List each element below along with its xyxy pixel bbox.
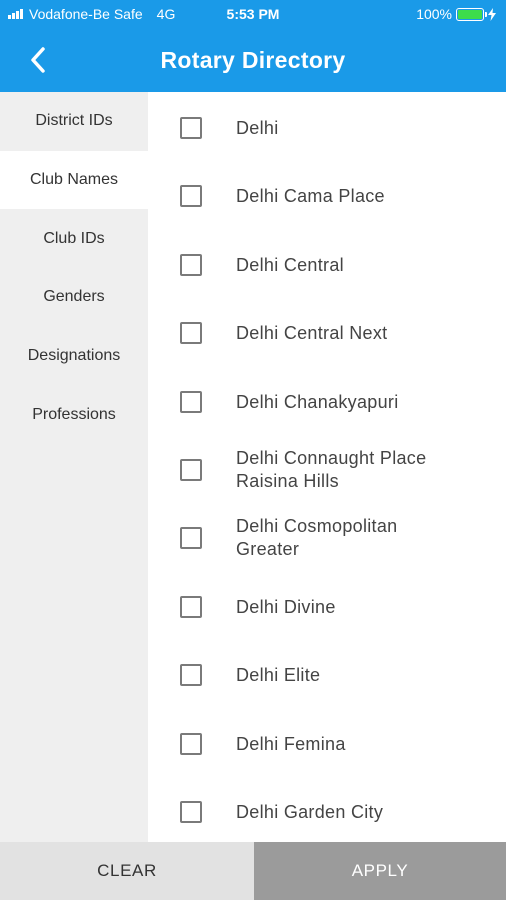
sidebar-item-label: District IDs — [35, 112, 113, 130]
list-item-label: Delhi — [236, 117, 279, 138]
sidebar-item-club-ids[interactable]: Club IDs — [0, 209, 148, 268]
navigation-bar: Rotary Directory — [0, 28, 506, 92]
list-item[interactable]: Delhi Cama Place — [148, 168, 506, 224]
checkbox[interactable] — [180, 596, 202, 618]
sidebar-item-professions[interactable]: Professions — [0, 385, 148, 444]
club-name-list: Delhi Delhi Cama Place Delhi Central Del… — [148, 92, 506, 842]
back-button[interactable] — [20, 42, 56, 78]
list-item[interactable]: Delhi Cosmopolitan Greater — [148, 510, 506, 566]
status-bar: Vodafone-Be Safe 4G 5:53 PM 100% — [0, 0, 506, 28]
list-item-label: Delhi Divine — [236, 596, 336, 617]
checkbox[interactable] — [180, 117, 202, 139]
checkbox[interactable] — [180, 254, 202, 276]
sidebar-item-label: Genders — [43, 288, 105, 306]
list-item[interactable]: Delhi Divine — [148, 579, 506, 635]
status-right: 100% — [416, 6, 496, 22]
list-item-label: Delhi Central Next — [236, 322, 388, 343]
chevron-left-icon — [31, 47, 45, 73]
battery-fill — [458, 9, 482, 19]
signal-icon — [8, 9, 23, 19]
list-item[interactable]: Delhi Chanakyapuri — [148, 374, 506, 430]
sidebar-item-label: Club IDs — [43, 229, 105, 247]
list-item-label: Delhi Cosmopolitan Greater — [236, 516, 398, 559]
checkbox[interactable] — [180, 459, 202, 481]
list-item[interactable]: Delhi Central — [148, 237, 506, 293]
list-item-label: Delhi Garden City — [236, 801, 384, 822]
carrier-name: Vodafone-Be Safe — [29, 6, 143, 22]
checkbox[interactable] — [180, 185, 202, 207]
list-item-label: Delhi Chanakyapuri — [236, 391, 399, 412]
sidebar-item-label: Designations — [27, 347, 121, 365]
sidebar-item-district-ids[interactable]: District IDs — [0, 92, 148, 151]
list-item[interactable]: Delhi Connaught Place Raisina Hills — [148, 442, 506, 498]
checkbox[interactable] — [180, 733, 202, 755]
sidebar-item-club-names[interactable]: Club Names — [0, 150, 148, 210]
list-item[interactable]: Delhi Elite — [148, 647, 506, 703]
checkbox[interactable] — [180, 391, 202, 413]
status-left: Vodafone-Be Safe 4G — [8, 6, 175, 22]
checkbox[interactable] — [180, 527, 202, 549]
network-type: 4G — [156, 6, 176, 22]
sidebar-item-designations[interactable]: Designations — [0, 327, 148, 386]
checkbox[interactable] — [180, 322, 202, 344]
sidebar-item-label: Professions — [32, 405, 116, 423]
list-item-label: Delhi Central — [236, 254, 344, 275]
footer-actions: CLEAR APPLY — [0, 842, 506, 900]
page-title: Rotary Directory — [160, 46, 346, 73]
list-item-label: Delhi Elite — [236, 664, 321, 685]
clear-button[interactable]: CLEAR — [0, 842, 254, 900]
battery-percent: 100% — [416, 6, 452, 22]
list-item[interactable]: Delhi Central Next — [148, 305, 506, 361]
checkbox[interactable] — [180, 664, 202, 686]
sidebar-item-label: Club Names — [29, 171, 119, 189]
sidebar-item-genders[interactable]: Genders — [0, 268, 148, 327]
checkbox[interactable] — [180, 801, 202, 823]
list-item-label: Delhi Connaught Place Raisina Hills — [236, 448, 427, 491]
list-item[interactable]: Delhi Garden City — [148, 784, 506, 840]
filter-category-sidebar: District IDs Club Names Club IDs Genders… — [0, 92, 148, 842]
list-item-label: Delhi Femina — [236, 733, 346, 754]
list-item[interactable]: Delhi — [148, 100, 506, 156]
battery-icon — [456, 7, 487, 21]
list-item[interactable]: Delhi Femina — [148, 716, 506, 772]
apply-button[interactable]: APPLY — [254, 842, 506, 900]
charging-bolt-icon — [488, 7, 496, 21]
list-item-label: Delhi Cama Place — [236, 185, 385, 206]
